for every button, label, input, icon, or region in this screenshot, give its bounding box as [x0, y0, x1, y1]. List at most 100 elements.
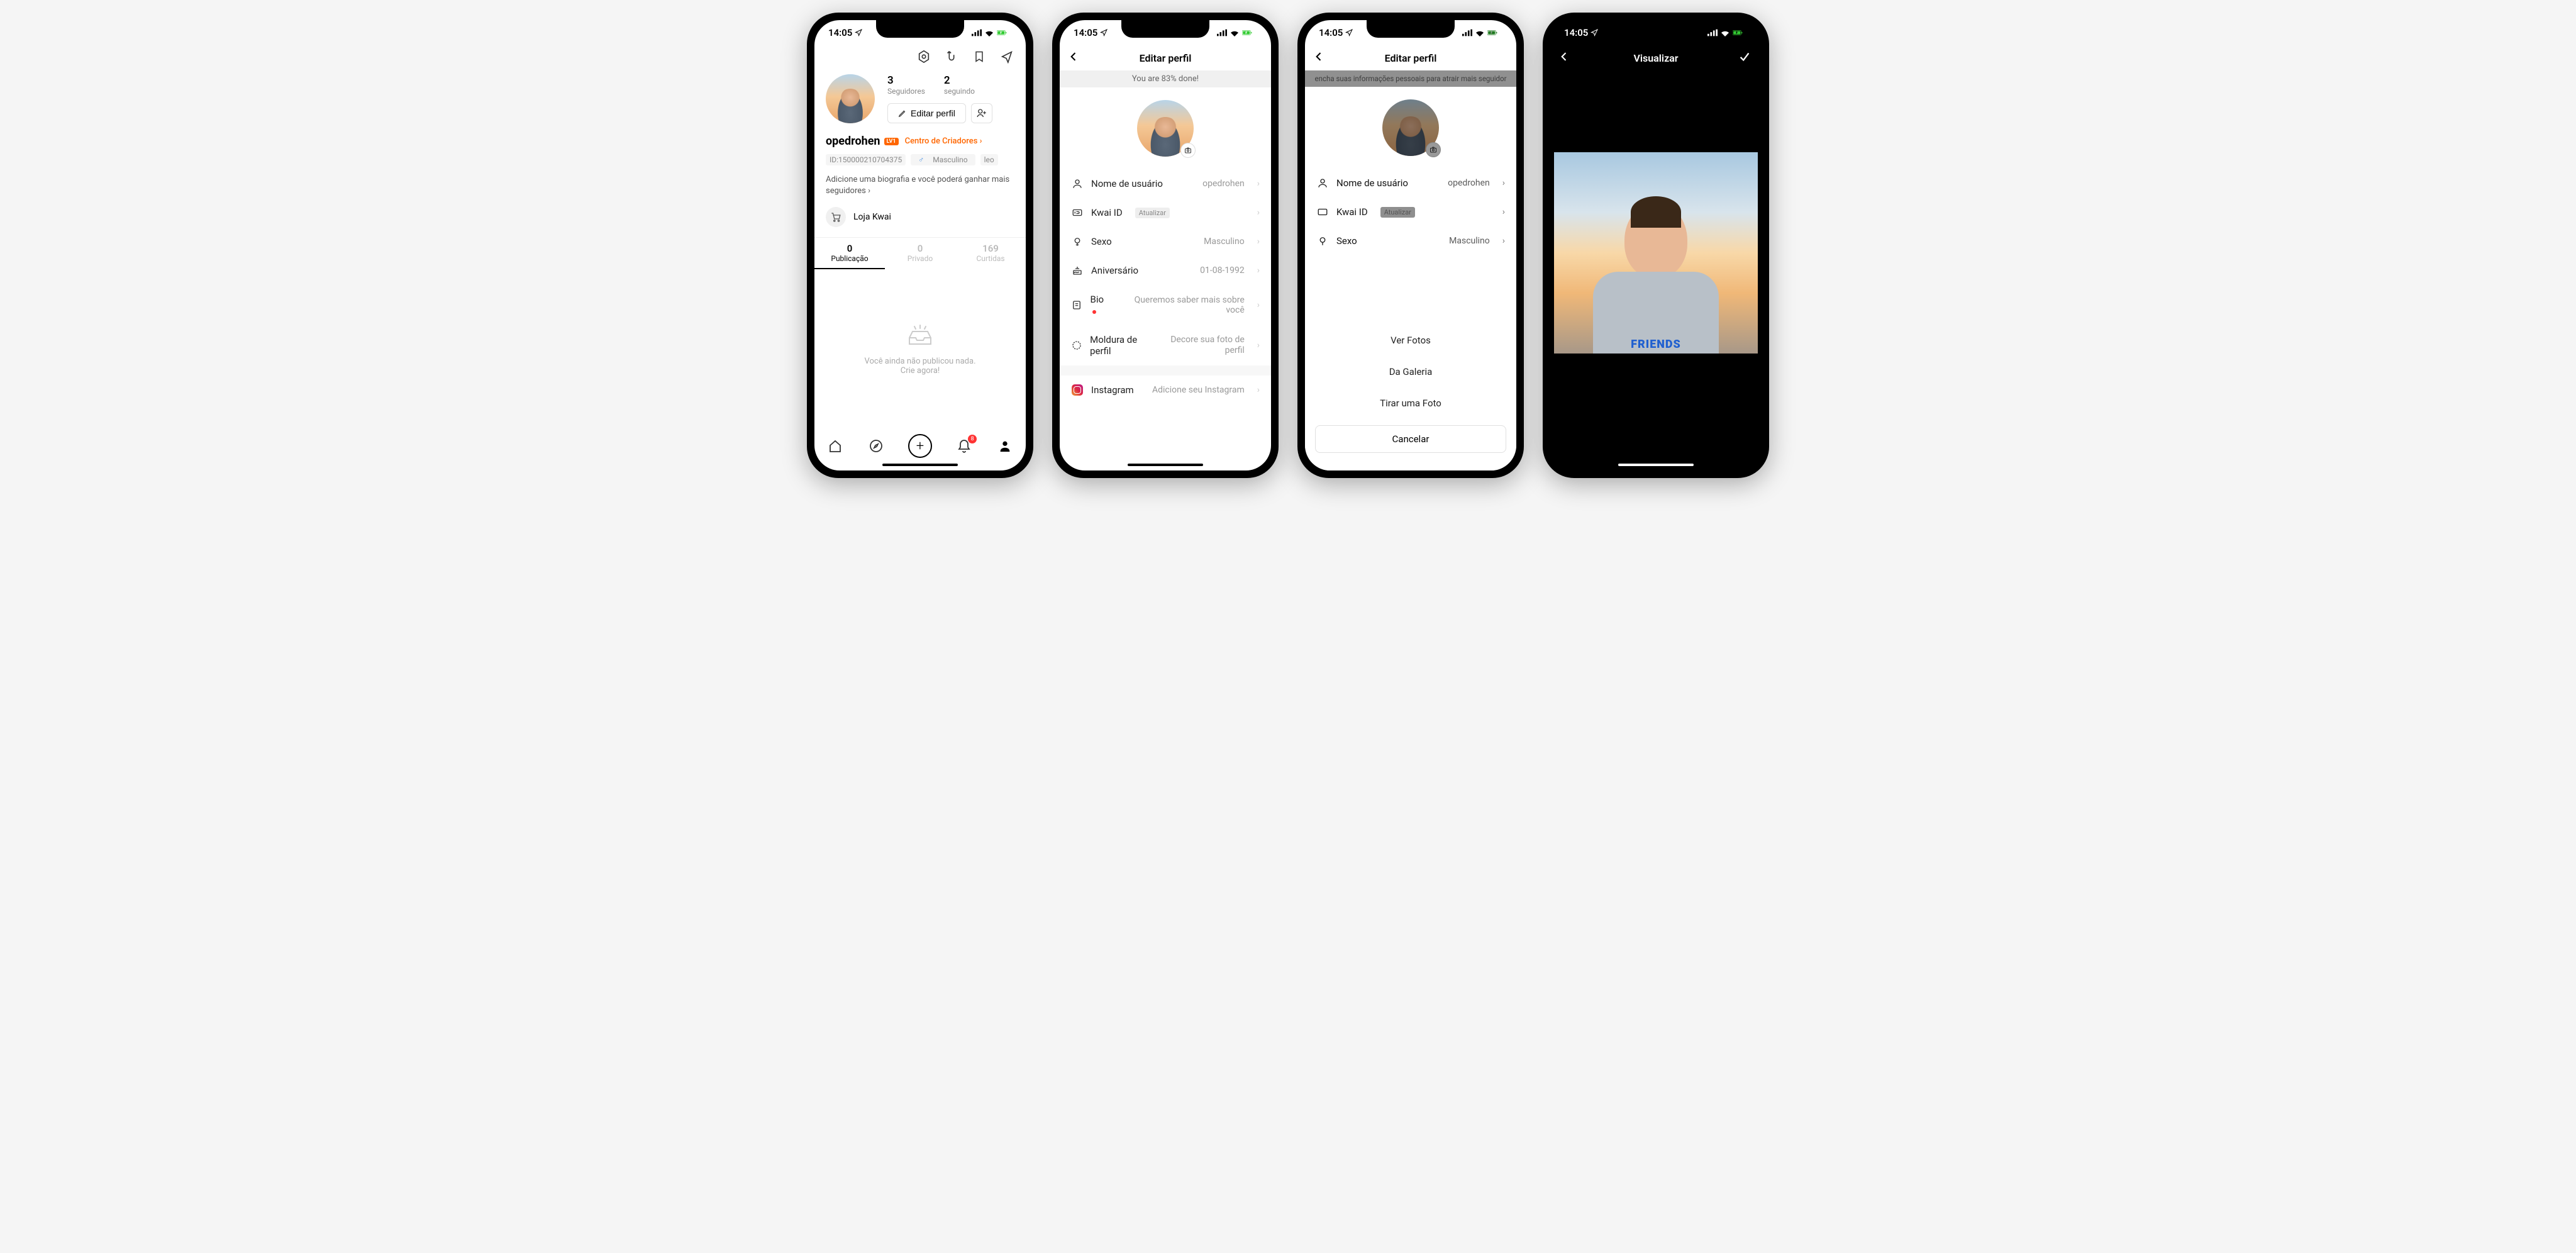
username: opedrohen	[826, 135, 880, 148]
sheet-view-photos[interactable]: Ver Fotos	[1315, 325, 1506, 356]
nav-notifications[interactable]: 8	[955, 437, 973, 455]
chevron-right-icon: ›	[1257, 300, 1260, 310]
nav-home[interactable]	[826, 437, 844, 455]
sheet-cancel[interactable]: Cancelar	[1315, 425, 1506, 453]
battery-icon	[1733, 29, 1743, 36]
back-button	[1313, 50, 1330, 65]
row-birthday[interactable]: Aniversário 01-08-1992 ›	[1060, 256, 1271, 285]
gender-icon	[1071, 236, 1084, 247]
nav-discover[interactable]	[867, 437, 885, 455]
bookmark-icon[interactable]	[972, 49, 987, 64]
row-username[interactable]: Nome de usuário opedrohen ›	[1060, 169, 1271, 198]
wifi-icon	[1230, 29, 1240, 36]
notification-badge: 8	[968, 435, 977, 443]
battery-icon	[997, 29, 1007, 36]
battery-icon	[1242, 29, 1252, 36]
chevron-right-icon: ›	[1502, 178, 1505, 188]
zodiac-tag: leo	[980, 154, 998, 165]
status-time: 14:05	[828, 27, 852, 38]
location-icon	[1100, 29, 1108, 36]
chevron-right-icon: ›	[1257, 265, 1260, 276]
back-button[interactable]	[1067, 50, 1085, 65]
chevron-right-icon: ›	[1257, 237, 1260, 247]
location-icon	[1591, 29, 1598, 36]
profile-tags: ID:150000210704375 ♂Masculino leo	[814, 150, 1026, 169]
photo-preview[interactable]: FRIENDS	[1554, 152, 1758, 354]
confirm-button[interactable]	[1738, 50, 1752, 66]
gender-tag: ♂Masculino	[911, 154, 975, 165]
settings-icon[interactable]	[916, 49, 931, 64]
cake-icon	[1071, 265, 1084, 276]
avatar[interactable]	[826, 74, 875, 123]
row-gender: Sexo Masculino ›	[1305, 226, 1516, 255]
inbox-icon	[904, 324, 936, 349]
avatar	[1382, 99, 1439, 156]
id-icon	[1316, 206, 1329, 218]
bio-prompt[interactable]: Adicione uma biografia e você poderá gan…	[814, 169, 1026, 202]
camera-icon[interactable]	[1180, 143, 1196, 158]
wifi-icon	[1475, 29, 1485, 36]
user-icon	[1316, 177, 1329, 189]
chevron-right-icon: ›	[1257, 179, 1260, 189]
sheet-from-gallery[interactable]: Da Galeria	[1315, 356, 1506, 387]
back-button[interactable]	[1558, 50, 1575, 65]
signal-icon	[1707, 29, 1718, 36]
status-time: 14:05	[1074, 27, 1097, 38]
chevron-right-icon: ›	[1257, 340, 1260, 350]
chevron-right-icon: ›	[1257, 208, 1260, 218]
home-indicator	[1128, 464, 1203, 466]
row-gender[interactable]: Sexo Masculino ›	[1060, 227, 1271, 256]
level-badge: LV1	[884, 138, 899, 145]
followers-stat[interactable]: 3 Seguidores	[887, 74, 925, 96]
add-user-icon	[976, 108, 987, 119]
cart-icon	[826, 207, 846, 227]
chevron-right-icon: ›	[1502, 236, 1505, 246]
profile-header: 3 Seguidores 2 seguindo Editar perfil	[814, 68, 1026, 130]
signal-icon	[972, 29, 982, 36]
tab-private[interactable]: 0 Privado	[885, 238, 955, 269]
signal-icon	[1462, 29, 1472, 36]
row-instagram[interactable]: Instagram Adicione seu Instagram ›	[1060, 376, 1271, 404]
location-icon	[1345, 29, 1353, 36]
tab-publications[interactable]: 0 Publicação	[814, 238, 885, 269]
info-banner: encha suas informações pessoais para atr…	[1305, 70, 1516, 87]
header: Editar perfil	[1060, 45, 1271, 70]
store-link[interactable]: Loja Kwai	[814, 202, 1026, 237]
page-title: Visualizar	[1558, 52, 1754, 64]
chevron-right-icon: ›	[1502, 207, 1505, 217]
empty-state: Você ainda não publicou nada. Crie agora…	[814, 269, 1026, 430]
nav-profile[interactable]	[996, 437, 1014, 455]
status-time: 14:05	[1564, 27, 1588, 38]
status-time: 14:05	[1319, 27, 1343, 38]
header: Visualizar	[1550, 45, 1762, 70]
pointer-icon[interactable]	[944, 49, 959, 64]
location-icon	[855, 29, 862, 36]
row-frame[interactable]: Moldura de perfil Decore sua foto de per…	[1060, 325, 1271, 365]
edit-profile-button[interactable]: Editar perfil	[887, 103, 966, 123]
battery-icon	[1487, 29, 1497, 36]
sheet-take-photo[interactable]: Tirar uma Foto	[1315, 387, 1506, 419]
page-title: Editar perfil	[1067, 52, 1263, 64]
signal-icon	[1217, 29, 1227, 36]
chevron-right-icon: ›	[1257, 385, 1260, 395]
row-bio[interactable]: Bio Queremos saber mais sobre você ›	[1060, 285, 1271, 325]
progress-banner: You are 83% done!	[1060, 70, 1271, 87]
tab-likes[interactable]: 169 Curtidas	[955, 238, 1026, 269]
wifi-icon	[984, 29, 994, 36]
row-kwai-id[interactable]: Kwai ID Atualizar ›	[1060, 198, 1271, 227]
creator-center-link[interactable]: Centro de Criadores ›	[905, 136, 982, 146]
home-indicator	[882, 464, 958, 466]
nav-create[interactable]: +	[908, 434, 932, 458]
share-icon[interactable]	[999, 49, 1014, 64]
note-icon	[1071, 299, 1082, 311]
pencil-icon	[898, 109, 907, 118]
wifi-icon	[1720, 29, 1730, 36]
id-tag: ID:150000210704375	[826, 154, 906, 165]
add-user-button[interactable]	[971, 103, 992, 123]
home-indicator	[1618, 464, 1694, 466]
gender-icon	[1316, 235, 1329, 247]
header: Editar perfil	[1305, 45, 1516, 70]
instagram-icon	[1071, 384, 1084, 396]
id-icon	[1071, 207, 1084, 218]
following-stat[interactable]: 2 seguindo	[944, 74, 975, 96]
